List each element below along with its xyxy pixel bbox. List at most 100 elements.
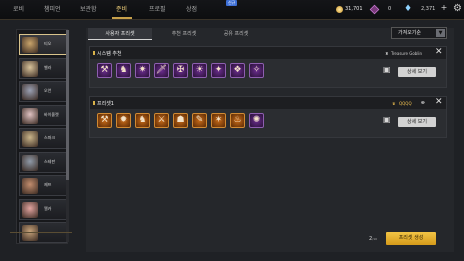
- nav-active-indicator: [112, 17, 132, 19]
- hero-item[interactable]: 티오: [19, 34, 67, 55]
- wallet-icon: ▣: [383, 115, 391, 124]
- hero-name: 티오: [44, 41, 52, 46]
- hero-item[interactable]: 제프: [19, 175, 67, 196]
- preset-bullet: [93, 51, 95, 55]
- item-icon: ☗: [176, 115, 185, 125]
- preset-count: 2/10: [369, 236, 377, 242]
- preset-card: 시스템 추천 ♜ Treasure Goblin ✕ ▣ 상세 보기 ⚒ ♞ ✷ 🗡 ✠…: [89, 46, 447, 88]
- item-slot[interactable]: ✎: [192, 113, 207, 128]
- item-icon: ✎: [195, 115, 204, 125]
- detail-button[interactable]: 상세 보기: [398, 117, 436, 127]
- hero-name: 엘카: [44, 205, 52, 211]
- hero-name: 바이올렛: [44, 111, 59, 117]
- item-slot[interactable]: ☗: [173, 113, 188, 128]
- preset-tag: QQQQ: [399, 101, 412, 106]
- item-slot[interactable]: ⚒: [97, 63, 112, 78]
- item-icon: ✷: [138, 65, 147, 75]
- hero-item[interactable]: 스테판: [19, 151, 67, 173]
- hero-portrait: [22, 201, 38, 218]
- nav-shop[interactable]: 상점: [186, 4, 197, 13]
- item-slot[interactable]: ☀: [192, 63, 207, 78]
- share-icon[interactable]: ⚭: [420, 99, 426, 107]
- hero-item[interactable]: 스파크: [19, 128, 67, 149]
- item-icon: ⚒: [100, 115, 109, 125]
- item-icon: ✶: [214, 115, 223, 125]
- item-icon: ✠: [176, 65, 185, 75]
- item-icon: ✺: [252, 115, 261, 125]
- item-icon: ❖: [233, 65, 242, 75]
- shard-value: 0: [388, 6, 392, 12]
- item-slot[interactable]: 🗡: [154, 63, 169, 78]
- nav-lobby[interactable]: 로비: [13, 4, 24, 13]
- hero-sidebar: 티오벨라오언바이올렛스파크스테판제프엘카: [16, 29, 68, 244]
- item-slot[interactable]: ✠: [173, 63, 188, 78]
- preset-card: 프리셋1 ♛ QQQQ ⚭ ✕ ▣ 상세 보기 ⚒ ✹ ♞ ⚔ ☗ ✎ ✶ ♨ ✺: [89, 96, 447, 138]
- nav-storage[interactable]: 보관함: [80, 4, 97, 13]
- hero-portrait: [22, 60, 38, 77]
- item-icon: ⚔: [157, 115, 166, 125]
- hero-name: 스파크: [44, 135, 56, 140]
- item-slot[interactable]: ✧: [249, 63, 264, 78]
- hero-item[interactable]: 바이올렛: [19, 104, 67, 126]
- hero-portrait: [22, 154, 38, 171]
- nav-champions[interactable]: 챔피언: [44, 4, 61, 13]
- preset-title: 시스템 추천: [97, 51, 122, 57]
- item-slot[interactable]: ⚒: [97, 113, 112, 128]
- item-slot[interactable]: ❖: [230, 63, 245, 78]
- crown-icon: ♛: [392, 101, 396, 106]
- sidebar-footer: [10, 232, 72, 246]
- wallet-icon: ▣: [383, 65, 391, 74]
- sort-dropdown[interactable]: 가져오기순 ▼: [391, 27, 447, 39]
- sidebar-scroll-thumb[interactable]: [66, 30, 69, 180]
- item-icon: ☀: [195, 65, 204, 75]
- hero-name: 벨라: [44, 64, 52, 70]
- item-slot[interactable]: ⚔: [154, 113, 169, 128]
- new-badge: 신규: [226, 0, 238, 6]
- item-slot[interactable]: ♞: [135, 113, 150, 128]
- item-slot[interactable]: ✶: [211, 113, 226, 128]
- close-icon[interactable]: ✕: [435, 98, 443, 107]
- hero-portrait: [22, 84, 38, 100]
- item-slot[interactable]: ✺: [249, 113, 264, 128]
- hero-name: 제프: [44, 182, 52, 187]
- hero-name: 스테판: [44, 158, 56, 164]
- create-preset-button[interactable]: 프리셋 생성: [386, 232, 436, 245]
- coin-icon: [336, 6, 343, 13]
- tab-shared-presets[interactable]: 공유 프리셋: [204, 28, 268, 40]
- item-slot[interactable]: ✷: [135, 63, 150, 78]
- add-currency-button[interactable]: +: [440, 4, 448, 12]
- preset-tag: Treasure Goblin: [391, 51, 423, 56]
- hero-portrait: [22, 178, 38, 194]
- item-slot[interactable]: ♞: [116, 63, 131, 78]
- nav-profile[interactable]: 프로필: [149, 4, 166, 13]
- hero-item[interactable]: 엘카: [19, 198, 67, 220]
- item-icon: ✦: [214, 65, 223, 75]
- hero-portrait: [22, 37, 38, 53]
- gem-value: 2,371: [421, 6, 436, 12]
- item-icon: 🗡: [155, 65, 168, 75]
- close-icon[interactable]: ✕: [435, 48, 443, 57]
- sort-label: 가져오기순: [398, 30, 422, 36]
- nav-prepare[interactable]: 준비: [116, 4, 127, 13]
- hero-item[interactable]: 벨라: [19, 57, 67, 79]
- preset-title: 프리셋1: [97, 101, 114, 107]
- chevron-down-icon: ▼: [436, 29, 445, 37]
- gem-icon: ♦: [404, 4, 413, 14]
- item-icon: ♨: [233, 115, 242, 125]
- item-icon: ⚒: [100, 65, 109, 75]
- item-icon: ✧: [252, 65, 261, 75]
- hero-portrait: [22, 107, 38, 124]
- detail-button[interactable]: 상세 보기: [398, 67, 436, 77]
- coin-value: 31,701: [345, 6, 363, 12]
- item-slot[interactable]: ♨: [230, 113, 245, 128]
- tab-user-presets[interactable]: 사용자 프리셋: [88, 28, 152, 40]
- preset-bullet: [93, 101, 95, 105]
- item-icon: ✹: [119, 115, 128, 125]
- gear-icon[interactable]: ⚙: [452, 3, 463, 14]
- hero-name: 오언: [44, 88, 52, 93]
- hero-item[interactable]: 오언: [19, 81, 67, 102]
- item-slot[interactable]: ✹: [116, 113, 131, 128]
- goblin-icon: ♜: [385, 51, 389, 56]
- preset-count-total: /10: [372, 237, 378, 241]
- item-slot[interactable]: ✦: [211, 63, 226, 78]
